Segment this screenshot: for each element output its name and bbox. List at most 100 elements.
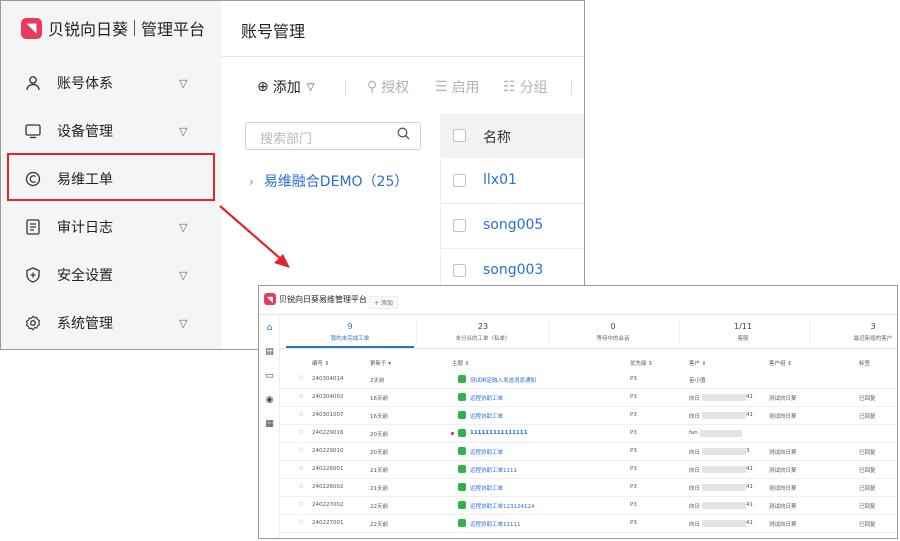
stat-waiting-sessions[interactable]: 0 等待中的会话 xyxy=(549,322,677,342)
star-icon[interactable]: ☆ xyxy=(298,482,304,490)
sidebar-item-label: 系统管理 xyxy=(57,316,113,332)
ticket-subject[interactable]: 远程协助工单 xyxy=(470,412,503,420)
sidebar-item-security[interactable]: 安全设置 ▽ xyxy=(1,253,221,297)
ticket-type-icon xyxy=(458,447,466,455)
redacted-mask xyxy=(702,484,746,491)
ticket-row[interactable]: ☆ 240229016 20天前 111111111111111 P3 fan xyxy=(280,425,897,443)
ticket-subject[interactable]: 测试绑定融入发送消息通知 xyxy=(470,376,536,384)
user-icon[interactable]: ◉ xyxy=(264,395,275,406)
row-checkbox[interactable] xyxy=(453,174,466,187)
chevron-down-icon: ▽ xyxy=(179,268,188,282)
column-header-customer[interactable]: 客户 ⇕ xyxy=(689,359,706,367)
unread-dot xyxy=(451,432,454,435)
ticket-priority: P3 xyxy=(630,430,637,436)
sidebar-item-account-system[interactable]: 账号体系 ▽ xyxy=(1,61,221,105)
sidebar-item-audit-log[interactable]: 审计日志 ▽ xyxy=(1,205,221,249)
ticket-row[interactable]: ☆ 240301007 16天前 远程协助工单 P3 向日 41 测试向日葵 已… xyxy=(280,407,897,425)
star-icon[interactable]: ☆ xyxy=(298,392,304,400)
search-department-input[interactable]: 搜索部门 xyxy=(245,122,421,150)
select-all-checkbox[interactable] xyxy=(453,129,466,142)
ticket-row[interactable]: ☆ 240304002 16天前 远程协助工单 P3 向日 41 测试向日葵 已… xyxy=(280,389,897,407)
ticket-tag: 已回复 xyxy=(859,450,876,456)
star-icon[interactable]: ☆ xyxy=(298,500,304,508)
stats-divider xyxy=(280,348,897,349)
chevron-down-icon: ▽ xyxy=(179,316,188,330)
sidebar-item-label: 审计日志 xyxy=(57,220,113,236)
ticket-subject[interactable]: 远程协助工单 xyxy=(470,394,503,402)
toggle-icon: ☰ xyxy=(435,79,448,95)
column-header-updated[interactable]: 更新于 ▾ xyxy=(370,359,391,367)
ticket-row[interactable]: ☆ 240304014 2天前 测试绑定融入发送消息通知 P3 苗小值 xyxy=(280,371,897,389)
clipboard-icon[interactable]: ▤ xyxy=(264,347,275,358)
chart-icon[interactable]: ▦ xyxy=(264,419,275,430)
sidebar-item-device-management[interactable]: 设备管理 ▽ xyxy=(1,109,221,153)
ticket-customer-group: 测试向日葵 xyxy=(769,468,797,474)
home-icon[interactable]: ⌂ xyxy=(264,323,275,334)
add-button[interactable]: ⊕ 添加 ▽ xyxy=(257,77,314,97)
stat-unassigned[interactable]: 23 未分派的工单（私单） xyxy=(419,322,547,342)
shield-icon xyxy=(25,267,41,283)
ticket-subject[interactable]: 111111111111111 xyxy=(470,430,527,436)
column-header-id[interactable]: 编号 ⇕ xyxy=(312,359,329,367)
ticket-customer: 向日 xyxy=(689,504,701,510)
logo-divider xyxy=(134,20,136,36)
ticket-subject[interactable]: 远程协助工单11111 xyxy=(470,520,521,528)
row-checkbox[interactable] xyxy=(453,219,466,232)
search-icon[interactable] xyxy=(397,127,410,144)
ticket-type-icon xyxy=(458,375,466,383)
sidebar-item-label: 账号体系 xyxy=(57,76,113,92)
ticket-type-icon xyxy=(458,393,466,401)
sidebar-item-system-management[interactable]: 系统管理 ▽ xyxy=(1,301,221,345)
star-icon[interactable]: ☆ xyxy=(298,464,304,472)
ticket-customer-suffix: 41 xyxy=(746,502,753,508)
add-tab-button[interactable]: + 添加 xyxy=(369,296,398,309)
group-button[interactable]: ☷ 分组 xyxy=(503,77,548,97)
ticket-row[interactable]: ☆ 240226001 21天前 远程协助工单1111 P3 向日 41 测试向… xyxy=(280,461,897,479)
stat-value: 3 xyxy=(870,322,876,331)
ticket-row[interactable]: ☆ 240229010 20天前 远程协助工单 P3 向日 3 测试向日葵 已回… xyxy=(280,443,897,461)
ticket-row[interactable]: ☆ 240227002 22天前 远程协助工单123124124 P3 向日 4… xyxy=(280,497,897,515)
account-name-link[interactable]: song005 xyxy=(483,217,543,233)
stat-my-unfinished[interactable]: 9 我的未完成工单 xyxy=(286,322,414,342)
ticket-subject[interactable]: 远程协助工单 xyxy=(470,484,503,492)
account-name-link[interactable]: llx01 xyxy=(483,172,517,188)
stat-new-customers[interactable]: 3 最近新增的客户 xyxy=(809,322,897,342)
ticket-subject[interactable]: 远程协助工单1111 xyxy=(470,466,517,474)
tree-node-department[interactable]: › 易维融合DEMO（25） xyxy=(249,171,408,191)
ticket-customer: fan xyxy=(689,430,698,436)
column-header-priority[interactable]: 优先级 ⇕ xyxy=(630,359,653,367)
add-label: 添加 xyxy=(272,80,301,96)
ticket-subject[interactable]: 远程协助工单 xyxy=(470,448,503,456)
group-icon: ☷ xyxy=(503,79,516,95)
app-logo[interactable]: ◥ 贝锐向日葵 管理平台 xyxy=(21,16,205,40)
chevron-down-icon: ▽ xyxy=(306,81,315,93)
star-icon[interactable]: ☆ xyxy=(298,374,304,382)
sidebar-item-label: 安全设置 xyxy=(57,268,113,284)
authorize-button[interactable]: ⚲ 授权 xyxy=(367,77,409,97)
ticket-id: 240227002 xyxy=(312,502,344,508)
enable-button[interactable]: ☰ 启用 xyxy=(435,77,480,97)
column-header-customer-group[interactable]: 客户组 ⇕ xyxy=(769,359,792,367)
star-icon[interactable]: ☆ xyxy=(298,518,304,526)
ticket-customer-suffix: 3 xyxy=(746,448,750,454)
ticket-customer-suffix: 41 xyxy=(746,520,753,526)
chevron-right-icon[interactable]: › xyxy=(249,175,254,189)
redacted-mask xyxy=(702,394,746,401)
ticket-row[interactable]: ☆ 240226002 21天前 远程协助工单 P3 向日 41 测试向日葵 已… xyxy=(280,479,897,497)
row-checkbox[interactable] xyxy=(453,264,466,277)
ticket-customer: 向日 xyxy=(689,396,701,402)
star-icon[interactable]: ☆ xyxy=(298,428,304,436)
chat-icon[interactable]: ▭ xyxy=(264,371,275,382)
ticket-row[interactable]: ☆ 240227001 22天前 远程协助工单11111 P3 向日 41 测试… xyxy=(280,515,897,533)
stat-agents[interactable]: 1/11 客服 xyxy=(679,322,807,342)
ticket-updated: 22天前 xyxy=(370,504,388,510)
star-icon[interactable]: ☆ xyxy=(298,410,304,418)
ticket-priority: P3 xyxy=(630,412,637,418)
ticket-subject[interactable]: 远程协助工单123124124 xyxy=(470,502,535,510)
star-icon[interactable]: ☆ xyxy=(298,446,304,454)
ticket-customer-group: 测试向日葵 xyxy=(769,486,797,492)
chevron-down-icon: ▽ xyxy=(179,76,188,90)
account-name-link[interactable]: song003 xyxy=(483,262,543,278)
redacted-mask xyxy=(700,430,742,437)
column-header-subject[interactable]: 主题 ⇕ xyxy=(452,359,469,367)
